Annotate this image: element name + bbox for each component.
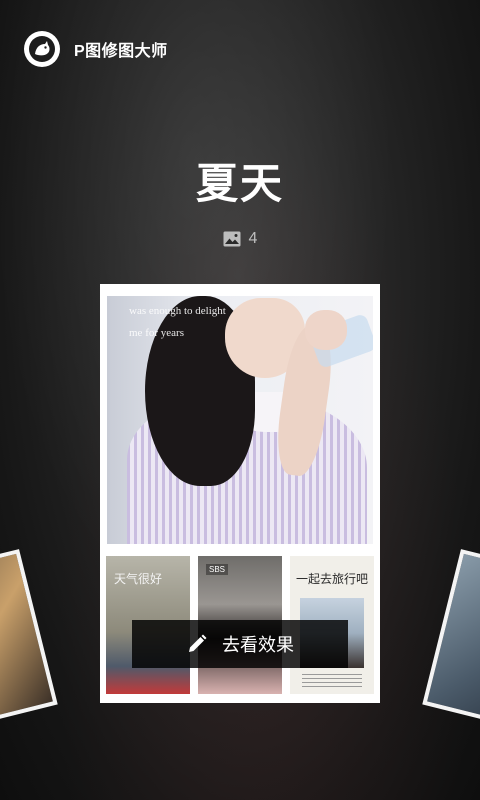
hero-hand [305,310,347,350]
thumbnail-2-badge: SBS [206,564,229,575]
photo-count-row: 4 [0,230,480,248]
photo-count: 4 [248,230,258,247]
header: P图修图大师 [24,28,168,70]
album-title: 夏天 [195,159,284,208]
app-name: P图修图大师 [74,43,168,60]
view-effect-label: 去看效果 [222,635,294,656]
hero-caption: was enough to delight me for years [129,300,226,344]
thumbnail-1-text: 天气很好 [113,572,162,586]
pencil-icon [189,634,207,652]
template-preview-card[interactable]: was enough to delight me for years 天气很好 … [100,284,380,703]
hero-photo: was enough to delight me for years [107,296,373,544]
hero-caption-line2: me for years [129,327,184,339]
thumbnail-3-text: 一起去旅行吧 [295,572,368,586]
hero-caption-line1: was enough to delight [129,305,226,317]
view-effect-button[interactable]: 去看效果 [132,620,348,668]
cat-logo-icon [24,31,60,67]
thumbnail-3-caption-lines [302,674,362,688]
image-icon [223,231,241,247]
